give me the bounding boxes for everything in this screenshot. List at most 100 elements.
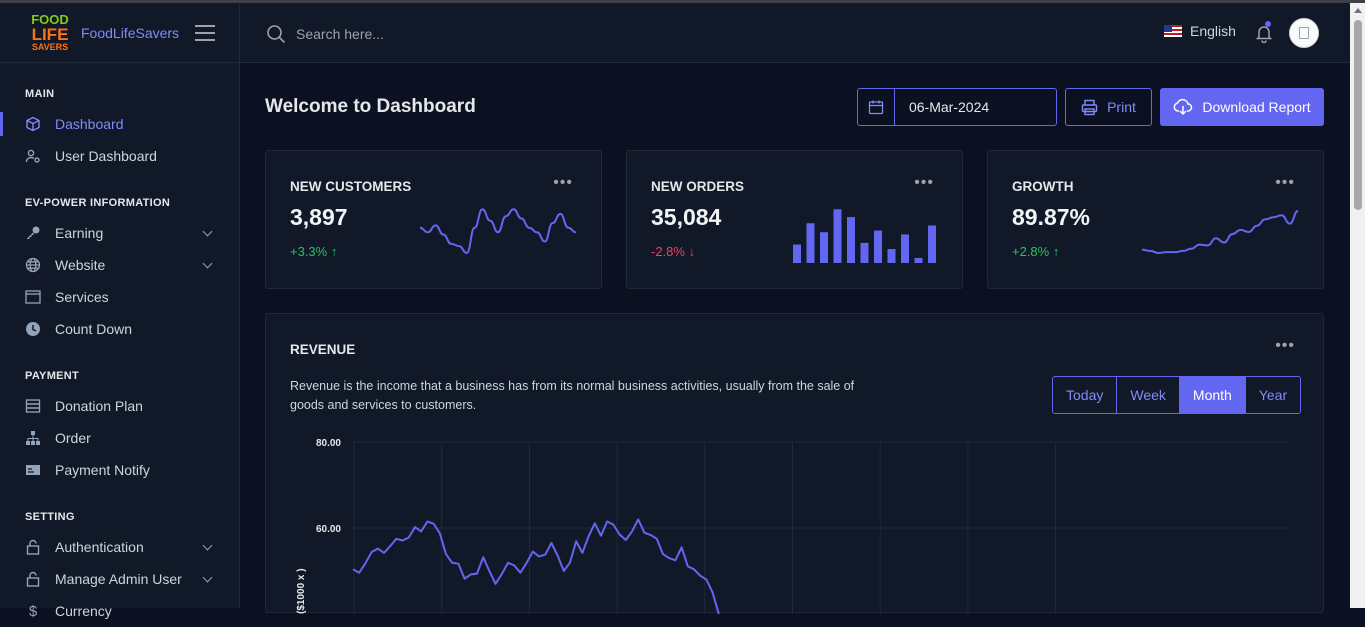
period-today[interactable]: Today	[1053, 377, 1118, 413]
growth-card: GROWTH ••• 89.87% +2.8% ↑	[987, 150, 1324, 289]
order-bar	[860, 242, 869, 263]
sidebar-item-label: User Dashboard	[55, 148, 157, 164]
lock-icon	[25, 539, 41, 555]
sidebar-item-donation-plan[interactable]: Donation Plan	[0, 390, 239, 422]
sidebar-section-main: MAIN	[25, 88, 55, 100]
logo-text-savers: SAVERS	[31, 42, 69, 52]
language-selector[interactable]: English	[1164, 23, 1236, 39]
card-value: 3,897	[290, 204, 348, 230]
sidebar-item-dashboard[interactable]: Dashboard	[0, 108, 239, 140]
sidebar-item-manage-admin-user[interactable]: Manage Admin User	[0, 563, 239, 595]
cube-icon	[25, 116, 41, 132]
key-icon	[25, 225, 41, 241]
period-year[interactable]: Year	[1246, 377, 1300, 413]
print-button[interactable]: Print	[1065, 88, 1152, 126]
order-bar	[928, 225, 936, 263]
card-change: -2.8% ↓	[651, 244, 696, 259]
order-bar	[820, 232, 828, 263]
language-label: English	[1190, 23, 1236, 39]
calendar-icon[interactable]	[858, 89, 895, 125]
sidebar-section-ev-power: EV-POWER INFORMATION	[25, 197, 171, 209]
lock-icon	[25, 571, 41, 587]
bell-icon[interactable]	[1254, 23, 1274, 48]
cloud-download-icon	[1173, 98, 1193, 116]
date-picker[interactable]: 06-Mar-2024	[857, 88, 1057, 126]
order-bar	[806, 223, 815, 263]
sidebar-item-user-dashboard[interactable]: User Dashboard	[0, 140, 239, 172]
sparkline-path	[419, 208, 577, 255]
period-week[interactable]: Week	[1117, 377, 1180, 413]
chevron-down-icon[interactable]	[202, 540, 213, 551]
more-options-icon[interactable]: •••	[1275, 337, 1295, 355]
sidebar-item-payment-notify[interactable]: Payment Notify	[0, 454, 239, 486]
main-content: Welcome to Dashboard 06-Mar-2024 Print D…	[240, 63, 1350, 614]
us-flag-icon	[1164, 25, 1182, 37]
download-label: Download Report	[1202, 99, 1311, 115]
sidebar-item-order[interactable]: Order	[0, 422, 239, 454]
sidebar-item-services[interactable]: Services	[0, 281, 239, 313]
logo-text-life: LIFE	[31, 25, 69, 44]
sidebar-item-label: Count Down	[55, 321, 133, 337]
period-toggle: Today Week Month Year	[1052, 376, 1302, 414]
card-value: 89.87%	[1012, 204, 1091, 230]
date-value[interactable]: 06-Mar-2024	[895, 99, 989, 115]
arrow-down-icon: ↓	[688, 244, 696, 259]
card-title: GROWTH	[1012, 179, 1074, 194]
new-customers-card: NEW CUSTOMERS ••• 3,897 +3.3% ↑	[265, 150, 602, 289]
more-options-icon[interactable]: •••	[914, 174, 934, 192]
avatar[interactable]	[1289, 18, 1319, 48]
sidebar: FOOD LIFE SAVERS FoodLifeSavers MAIN Das…	[0, 3, 240, 620]
search-input[interactable]	[296, 21, 596, 47]
sidebar-item-count-down[interactable]: Count Down	[0, 313, 239, 345]
download-report-button[interactable]: Download Report	[1160, 88, 1324, 126]
revenue-series-line	[352, 518, 720, 614]
scroll-thumb[interactable]	[1354, 20, 1362, 210]
brand[interactable]: FOOD LIFE SAVERS FoodLifeSavers	[0, 3, 239, 63]
more-options-icon[interactable]: •••	[1275, 174, 1295, 192]
sidebar-item-label: Manage Admin User	[55, 571, 182, 587]
page-scrollbar[interactable]	[1350, 3, 1365, 608]
card-icon	[25, 462, 41, 478]
more-options-icon[interactable]: •••	[553, 174, 573, 192]
user-gear-icon	[25, 148, 41, 164]
revenue-chart: 80.00 60.00 ($1000 x )	[296, 438, 1288, 614]
sidebar-item-authentication[interactable]: Authentication	[0, 531, 239, 563]
order-bar	[793, 244, 801, 263]
top-header: English	[240, 3, 1350, 63]
sidebar-item-website[interactable]: Website	[0, 249, 239, 281]
chevron-down-icon[interactable]	[202, 572, 213, 583]
sparkline-path	[1141, 210, 1299, 255]
sidebar-item-currency[interactable]: $ Currency	[0, 595, 239, 627]
arrow-up-icon: ↑	[1052, 244, 1060, 259]
sidebar-item-earning[interactable]: Earning	[0, 217, 239, 249]
revenue-panel: REVENUE ••• Revenue is the income that a…	[265, 313, 1324, 614]
order-bar	[874, 230, 882, 263]
chevron-down-icon[interactable]	[202, 258, 213, 269]
printer-icon	[1081, 99, 1098, 116]
order-bar	[901, 234, 909, 263]
card-title: NEW CUSTOMERS	[290, 179, 412, 194]
period-month[interactable]: Month	[1179, 377, 1246, 413]
brand-logo: FOOD LIFE SAVERS	[28, 11, 72, 55]
globe-icon	[25, 257, 41, 273]
brand-name[interactable]: FoodLifeSavers	[81, 25, 179, 41]
chevron-down-icon[interactable]	[202, 226, 213, 237]
server-icon	[25, 398, 41, 414]
order-bar	[833, 209, 842, 263]
sidebar-item-label: Dashboard	[55, 116, 124, 132]
menu-toggle-icon[interactable]	[195, 25, 215, 46]
search-icon[interactable]	[266, 24, 286, 49]
new-orders-card: NEW ORDERS ••• 35,084 -2.8% ↓	[626, 150, 963, 289]
growth-sparkline	[1141, 210, 1299, 255]
card-value: 35,084	[651, 204, 722, 230]
clock-icon	[25, 321, 41, 337]
order-bar	[914, 257, 923, 263]
sidebar-section-payment: PAYMENT	[25, 370, 80, 382]
customers-sparkline	[419, 208, 577, 255]
sitemap-icon	[25, 430, 41, 446]
sidebar-item-label: Order	[55, 430, 91, 446]
scroll-up-arrow-icon[interactable]	[1354, 8, 1362, 13]
window-icon	[25, 289, 41, 305]
sidebar-item-label: Donation Plan	[55, 398, 143, 414]
sidebar-section-setting: SETTING	[25, 511, 75, 523]
